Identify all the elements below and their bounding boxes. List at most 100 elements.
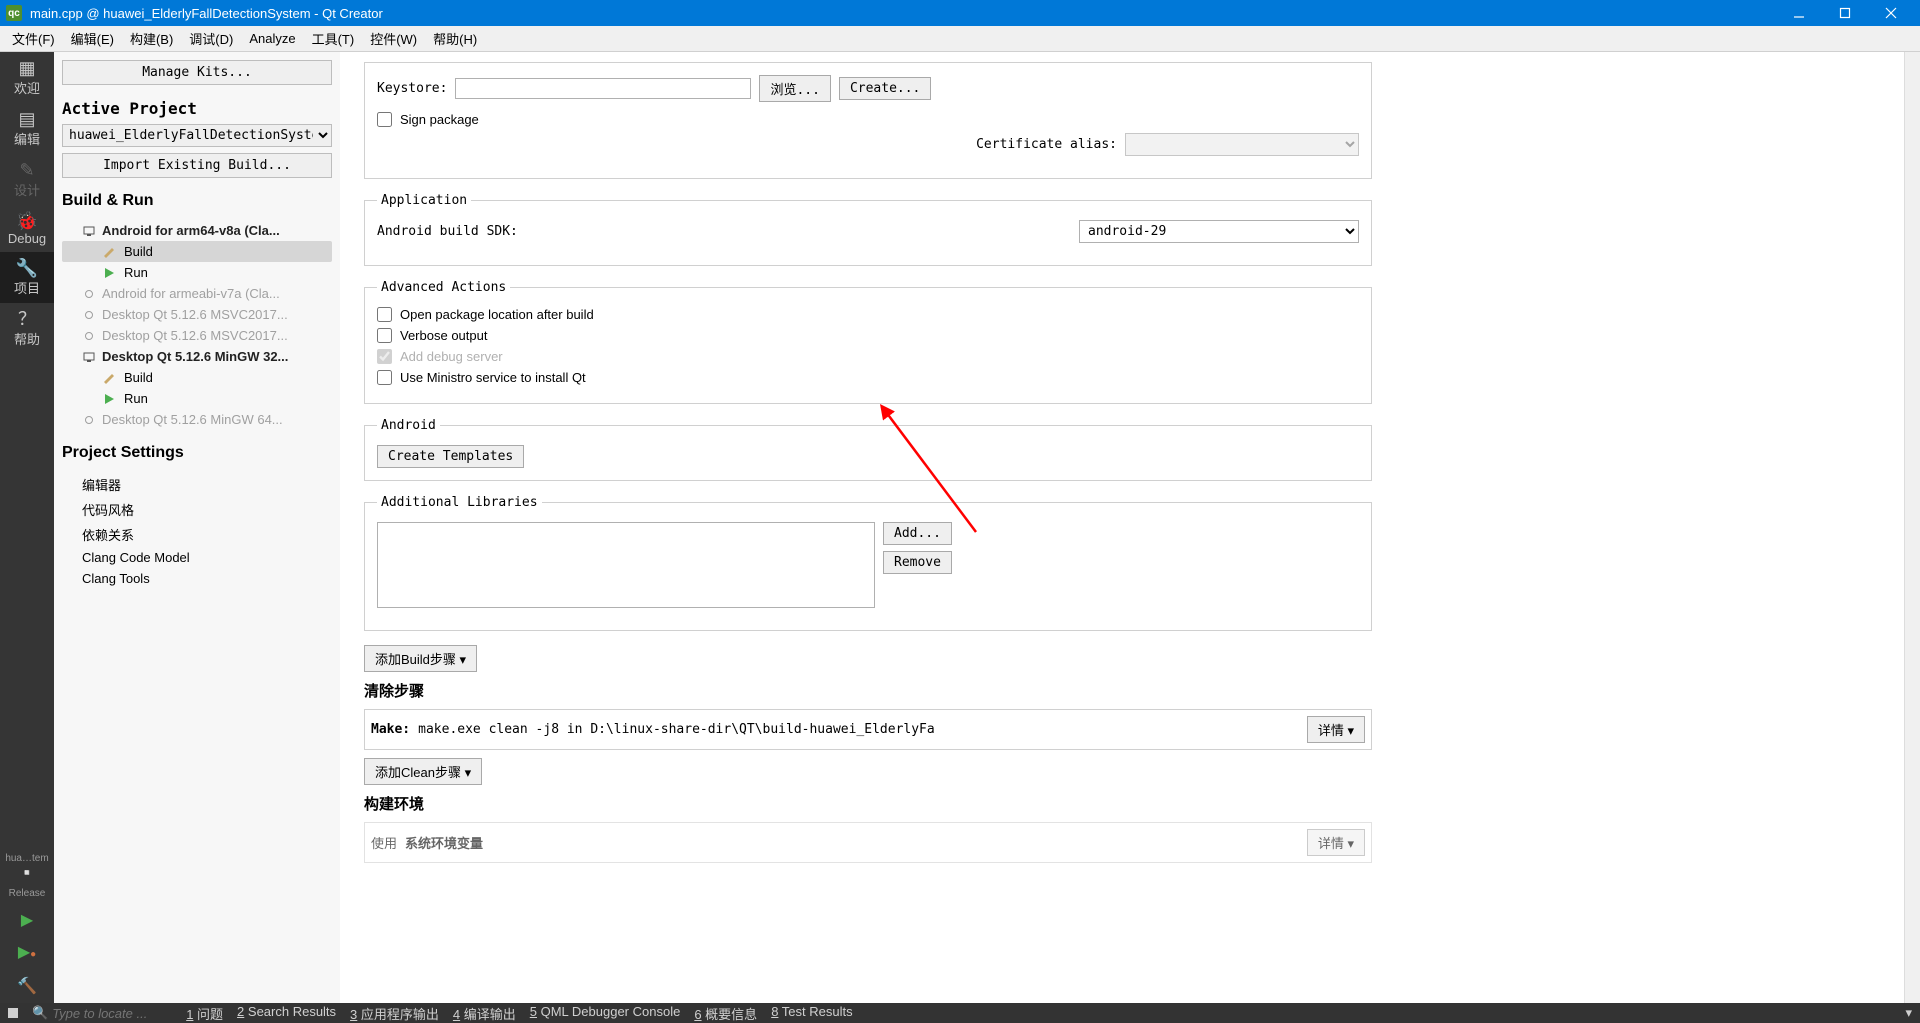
- kit-item[interactable]: Android for arm64-v8a (Cla...: [62, 220, 332, 241]
- project-setting-item[interactable]: 依赖关系: [62, 522, 332, 547]
- kit-run-item[interactable]: Run: [62, 262, 332, 283]
- target-selector[interactable]: hua…tem ▫️ Release: [0, 843, 54, 905]
- menu-help[interactable]: 帮助(H): [425, 26, 485, 51]
- output-pane-tab[interactable]: 6 概要信息: [694, 1004, 757, 1023]
- run-button[interactable]: ▶: [0, 905, 54, 937]
- menu-analyze[interactable]: Analyze: [241, 26, 303, 51]
- mode-design[interactable]: ✎设计: [0, 154, 54, 205]
- project-setting-item[interactable]: 代码风格: [62, 497, 332, 522]
- clean-steps-heading: 清除步骤: [364, 680, 1372, 701]
- menu-tools[interactable]: 工具(T): [304, 26, 363, 51]
- menu-edit[interactable]: 编辑(E): [63, 26, 122, 51]
- keystore-create-button[interactable]: Create...: [839, 77, 931, 100]
- open-pkg-loc-checkbox[interactable]: [377, 307, 392, 322]
- kit-build-item[interactable]: Build: [62, 241, 332, 262]
- cert-alias-select: [1125, 133, 1359, 156]
- mode-edit[interactable]: ▤编辑: [0, 103, 54, 154]
- android-sdk-label: Android build SDK:: [377, 224, 518, 239]
- kit-label: Android for armeabi-v7a (Cla...: [102, 286, 280, 301]
- build-icon: [102, 245, 116, 259]
- menu-file[interactable]: 文件(F): [4, 26, 63, 51]
- add-clean-step-button[interactable]: 添加Clean步骤: [364, 758, 482, 785]
- mode-design-label: 设计: [14, 183, 40, 198]
- mode-welcome[interactable]: ▦欢迎: [0, 52, 54, 103]
- menu-widgets[interactable]: 控件(W): [362, 26, 425, 51]
- kit-child-label: Run: [124, 265, 148, 280]
- output-pane-tab[interactable]: 8 Test Results: [771, 1004, 852, 1023]
- window-minimize-button[interactable]: [1776, 0, 1822, 26]
- project-setting-item[interactable]: Clang Code Model: [62, 547, 332, 568]
- window-title: main.cpp @ huawei_ElderlyFallDetectionSy…: [30, 6, 1776, 21]
- kit-item[interactable]: Desktop Qt 5.12.6 MSVC2017...: [62, 325, 332, 346]
- active-project-heading: Active Project: [62, 99, 332, 118]
- build-env-use-label: 使用: [371, 833, 397, 852]
- menu-debug[interactable]: 调试(D): [181, 26, 241, 51]
- create-templates-button[interactable]: Create Templates: [377, 445, 524, 468]
- sign-package-checkbox[interactable]: [377, 112, 392, 127]
- use-ministro-label: Use Ministro service to install Qt: [400, 370, 586, 385]
- android-legend: Android: [377, 418, 440, 433]
- kit-child-label: Run: [124, 391, 148, 406]
- make-step-details-button[interactable]: 详情: [1307, 716, 1365, 743]
- kit-item[interactable]: Desktop Qt 5.12.6 MSVC2017...: [62, 304, 332, 325]
- use-ministro-checkbox[interactable]: [377, 370, 392, 385]
- kit-build-item[interactable]: Build: [62, 367, 332, 388]
- mode-help[interactable]: ？帮助: [0, 303, 54, 354]
- menu-build[interactable]: 构建(B): [122, 26, 181, 51]
- mode-projects[interactable]: 🔧项目: [0, 252, 54, 303]
- kit-label: Desktop Qt 5.12.6 MSVC2017...: [102, 307, 288, 322]
- locator-input[interactable]: [52, 1006, 172, 1021]
- verbose-output-checkbox[interactable]: [377, 328, 392, 343]
- output-pane-tab[interactable]: 4 编译输出: [453, 1004, 516, 1023]
- keystore-input[interactable]: [455, 78, 751, 99]
- mode-projects-label: 项目: [14, 281, 40, 296]
- additional-libs-legend: Additional Libraries: [377, 495, 542, 510]
- output-pane-tab[interactable]: 5 QML Debugger Console: [530, 1004, 681, 1023]
- kit-item[interactable]: Desktop Qt 5.12.6 MinGW 64...: [62, 409, 332, 430]
- run-icon: [102, 266, 116, 280]
- target-build-cfg: Release: [9, 888, 46, 899]
- projects-sidebar: Manage Kits... Active Project huawei_Eld…: [54, 52, 340, 1003]
- kit-item[interactable]: Desktop Qt 5.12.6 MinGW 32...: [62, 346, 332, 367]
- keystore-label: Keystore:: [377, 81, 447, 96]
- kit-item[interactable]: Android for armeabi-v7a (Cla...: [62, 283, 332, 304]
- kit-label: Android for arm64-v8a (Cla...: [102, 223, 280, 238]
- kit-run-item[interactable]: Run: [62, 388, 332, 409]
- additional-libs-list[interactable]: [377, 522, 875, 608]
- kit-disabled-icon: [82, 413, 96, 427]
- remove-lib-button[interactable]: Remove: [883, 551, 952, 574]
- add-debug-server-checkbox: [377, 349, 392, 364]
- android-sdk-select[interactable]: android-29: [1079, 220, 1359, 243]
- project-setting-item[interactable]: Clang Tools: [62, 568, 332, 589]
- keystore-browse-button[interactable]: 浏览...: [759, 75, 830, 102]
- mode-help-label: 帮助: [14, 332, 40, 347]
- run-icon: [102, 392, 116, 406]
- project-setting-item[interactable]: 编辑器: [62, 472, 332, 497]
- add-lib-button[interactable]: Add...: [883, 522, 952, 545]
- kit-disabled-icon: [82, 308, 96, 322]
- window-titlebar: qc main.cpp @ huawei_ElderlyFallDetectio…: [0, 0, 1920, 26]
- toggle-sidebar-icon[interactable]: [8, 1008, 18, 1018]
- advanced-actions-legend: Advanced Actions: [377, 280, 510, 295]
- kit-enabled-icon: [82, 224, 96, 238]
- build-settings-panel: Keystore: 浏览... Create... Sign package C…: [340, 52, 1904, 1003]
- debug-run-button[interactable]: ▶●: [0, 937, 54, 971]
- output-pane-tab[interactable]: 1 问题: [186, 1004, 223, 1023]
- build-env-details-button[interactable]: 详情: [1307, 829, 1365, 856]
- add-build-step-button[interactable]: 添加Build步骤: [364, 645, 477, 672]
- mode-debug[interactable]: 🐞Debug: [0, 205, 54, 252]
- output-pane-dropdown-icon[interactable]: ▾: [1905, 1005, 1912, 1021]
- kit-label: Desktop Qt 5.12.6 MinGW 64...: [102, 412, 283, 427]
- output-pane-tab[interactable]: 3 应用程序输出: [350, 1004, 439, 1023]
- window-close-button[interactable]: [1868, 0, 1914, 26]
- target-project-tag: hua…tem: [5, 853, 48, 864]
- build-button[interactable]: 🔨: [0, 971, 54, 1003]
- manage-kits-button[interactable]: Manage Kits...: [62, 60, 332, 85]
- locator[interactable]: 🔍: [32, 1005, 172, 1021]
- active-project-select[interactable]: huawei_ElderlyFallDetectionSystem: [62, 124, 332, 147]
- output-pane-tab[interactable]: 2 Search Results: [237, 1004, 336, 1023]
- kit-child-label: Build: [124, 370, 153, 385]
- vertical-scrollbar[interactable]: [1904, 52, 1920, 1003]
- window-maximize-button[interactable]: [1822, 0, 1868, 26]
- import-build-button[interactable]: Import Existing Build...: [62, 153, 332, 178]
